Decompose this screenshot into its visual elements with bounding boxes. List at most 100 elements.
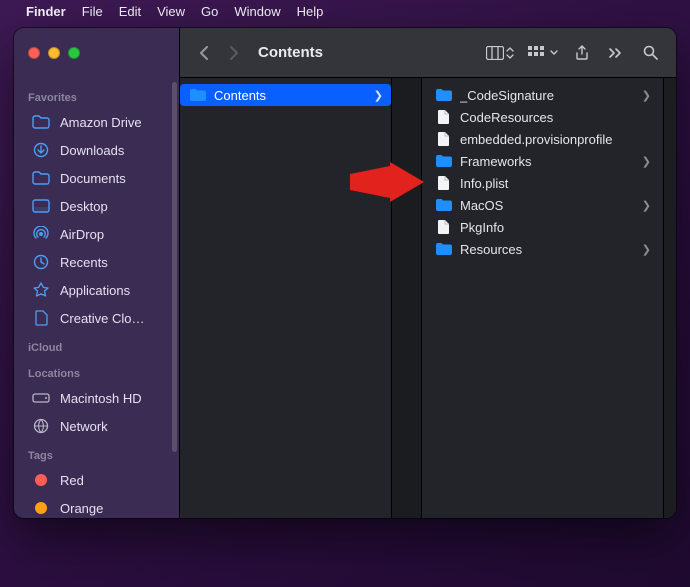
sidebar-item-label: Orange (60, 501, 103, 516)
chevron-right-icon: ❯ (642, 199, 651, 212)
file-icon (436, 131, 452, 147)
sidebar-item-label: Creative Clo… (60, 311, 145, 326)
file-row[interactable]: MacOS ❯ (426, 194, 659, 216)
tag-dot-icon (32, 499, 50, 517)
toolbar: Contents (180, 28, 676, 78)
folder-icon (32, 113, 50, 131)
sidebar-heading-tags: Tags (14, 440, 179, 466)
search-button[interactable] (636, 40, 664, 66)
window-title: Contents (258, 44, 323, 61)
sidebar-item-label: Desktop (60, 199, 108, 214)
sidebar-item-documents[interactable]: Documents (18, 164, 175, 192)
sidebar-item-amazon-drive[interactable]: Amazon Drive (18, 108, 175, 136)
sidebar-scrollbar[interactable] (172, 82, 177, 452)
view-columns-button[interactable] (482, 40, 518, 66)
file-row[interactable]: Frameworks❯ (426, 150, 659, 172)
file-row[interactable]: Resources ❯ (426, 238, 659, 260)
share-button[interactable] (568, 40, 596, 66)
file-icon (436, 219, 452, 235)
sidebar-item-recents[interactable]: Recents (18, 248, 175, 276)
file-row[interactable]: PkgInfo (426, 216, 659, 238)
sidebar-tag-red[interactable]: Red (18, 466, 175, 494)
back-button[interactable] (192, 39, 216, 67)
sidebar-item-network[interactable]: Network (18, 412, 175, 440)
file-row[interactable]: _CodeSignature❯ (426, 84, 659, 106)
file-label: Resources (460, 242, 634, 257)
sidebar-heading-icloud: iCloud (14, 332, 179, 358)
file-row-contents[interactable]: Contents ❯ (180, 84, 391, 106)
sidebar-item-label: Red (60, 473, 84, 488)
forward-button[interactable] (222, 39, 246, 67)
sidebar-item-applications[interactable]: Applications (18, 276, 175, 304)
sidebar-item-label: Network (60, 419, 108, 434)
sidebar-item-label: Applications (60, 283, 130, 298)
sidebar-item-creative-cloud[interactable]: Creative Clo… (18, 304, 175, 332)
sidebar-heading-locations: Locations (14, 358, 179, 384)
tag-dot-icon (32, 471, 50, 489)
column-view: Contents ❯ _CodeSignature❯ CodeResources e… (180, 78, 676, 518)
menubar: Finder File Edit View Go Window Help (0, 0, 690, 22)
network-icon (32, 417, 50, 435)
folder-icon (436, 153, 452, 169)
sidebar-item-label: Amazon Drive (60, 115, 142, 130)
finder-window: Contents (14, 28, 676, 518)
folder-icon (32, 169, 50, 187)
group-by-button[interactable] (524, 40, 562, 66)
menu-go[interactable]: Go (201, 4, 218, 19)
menu-view[interactable]: View (157, 4, 185, 19)
sidebar-item-label: AirDrop (60, 227, 104, 242)
chevron-right-icon: ❯ (374, 89, 383, 102)
up-down-icon (506, 47, 514, 59)
disk-icon (32, 389, 50, 407)
sidebar-item-label: Downloads (60, 143, 124, 158)
file-row[interactable]: CodeResources (426, 106, 659, 128)
file-label: PkgInfo (460, 220, 651, 235)
column-3[interactable]: _CodeSignature❯ CodeResources embedded.pro… (422, 78, 664, 518)
sidebar-item-desktop[interactable]: Desktop (18, 192, 175, 220)
sidebar-item-airdrop[interactable]: AirDrop (18, 220, 175, 248)
file-row[interactable]: Info.plist (426, 172, 659, 194)
file-row[interactable]: embedded.provisionprofile (426, 128, 659, 150)
toolbar-overflow-button[interactable] (602, 40, 630, 66)
column-4-empty[interactable] (664, 78, 676, 518)
file-label: Frameworks (460, 154, 634, 169)
recents-icon (32, 253, 50, 271)
file-label: MacOS (460, 198, 634, 213)
column-1[interactable]: Contents ❯ (180, 78, 392, 518)
sidebar[interactable]: Favorites Amazon Drive Downloads Documen… (14, 78, 180, 518)
apps-icon (32, 281, 50, 299)
column-2-empty[interactable] (392, 78, 422, 518)
chevron-right-icon: ❯ (642, 243, 651, 256)
zoom-button[interactable] (68, 47, 80, 59)
close-button[interactable] (28, 47, 40, 59)
menu-edit[interactable]: Edit (119, 4, 141, 19)
file-label: CodeResources (460, 110, 651, 125)
menu-file[interactable]: File (82, 4, 103, 19)
titlebar-left (14, 28, 180, 78)
file-icon (436, 175, 452, 191)
desktop-icon (32, 197, 50, 215)
menu-window[interactable]: Window (234, 4, 280, 19)
menu-help[interactable]: Help (297, 4, 324, 19)
file-label: embedded.provisionprofile (460, 132, 651, 147)
file-label: Contents (214, 88, 366, 103)
download-icon (32, 141, 50, 159)
traffic-lights (28, 47, 80, 59)
folder-icon (436, 241, 452, 257)
chevron-right-icon: ❯ (642, 89, 651, 102)
folder-icon (436, 87, 452, 103)
sidebar-tag-orange[interactable]: Orange (18, 494, 175, 518)
sidebar-item-label: Documents (60, 171, 126, 186)
app-name[interactable]: Finder (26, 4, 66, 19)
window-body: Favorites Amazon Drive Downloads Documen… (14, 78, 676, 518)
minimize-button[interactable] (48, 47, 60, 59)
search-icon (643, 45, 658, 60)
sidebar-item-label: Recents (60, 255, 108, 270)
file-label: Info.plist (460, 176, 651, 191)
sidebar-heading-favorites: Favorites (14, 82, 179, 108)
sidebar-item-downloads[interactable]: Downloads (18, 136, 175, 164)
sidebar-item-macintosh-hd[interactable]: Macintosh HD (18, 384, 175, 412)
file-icon (436, 109, 452, 125)
chevron-down-icon (550, 50, 558, 56)
folder-icon (436, 197, 452, 213)
